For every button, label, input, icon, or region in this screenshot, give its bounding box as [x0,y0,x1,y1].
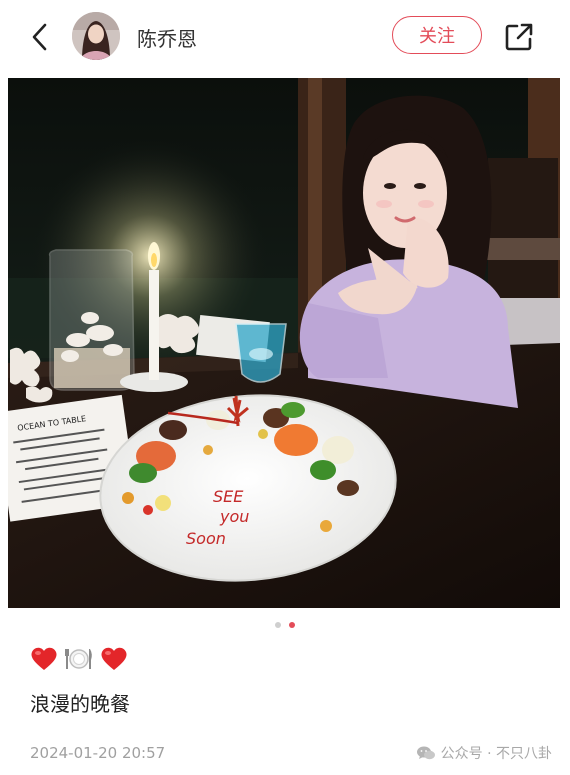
emoji-text: ❤️🍽️❤️ [30,646,112,671]
share-button[interactable] [502,20,536,54]
plate-text-line-1: SEE [213,487,244,506]
top-bar: 陈乔恩 关注 [0,0,570,76]
post-timestamp: 2024-01-20 20:57 [30,744,166,762]
avatar[interactable] [72,12,120,60]
chevron-left-icon [32,23,47,51]
share-external-icon [505,23,533,51]
carousel-dot[interactable] [275,622,281,628]
post-photo[interactable]: OCEAN TO TABLE SEE you Soon [8,78,560,608]
carousel-dot[interactable] [289,622,295,628]
follow-button[interactable]: 关注 [392,16,482,54]
plate-text-line-3: Soon [186,529,226,548]
username[interactable]: 陈乔恩 [137,23,197,52]
wechat-icon [416,746,435,760]
watermark-text: 公众号 · 不只八卦 [440,746,552,762]
back-button[interactable] [24,20,58,54]
emoji-line: ❤️🍽️❤️ [30,646,128,672]
post-caption: 浪漫的晚餐 [30,692,130,716]
watermark: 公众号 · 不只八卦 [416,743,552,763]
carousel-indicator [0,622,570,628]
plate-text-line-2: you [219,507,249,526]
